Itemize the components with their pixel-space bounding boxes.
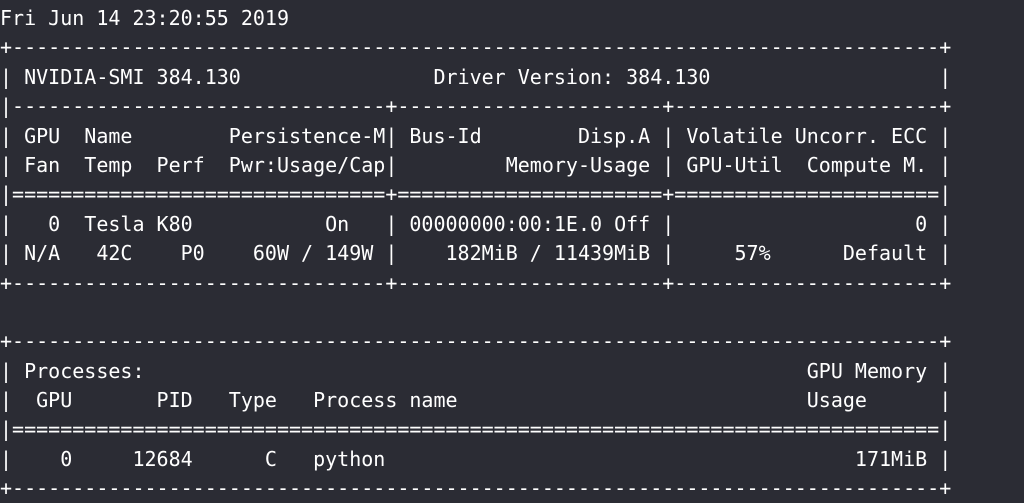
gpu-table-border-bottom: +-------------------------------+-------… (0, 270, 952, 295)
terminal-line-timestamp: Fri Jun 14 23:20:55 2019 (0, 6, 289, 30)
gpu-0-row-2: | N/A 42C P0 60W / 149W | 182MiB / 11439… (0, 241, 952, 266)
nvidia-smi-version-row: | NVIDIA-SMI 384.130 Driver Version: 384… (0, 64, 952, 89)
table-divider: |-------------------------------+-------… (0, 94, 952, 119)
gpu-header-row-2: | Fan Temp Perf Pwr:Usage/Cap| Memory-Us… (0, 152, 952, 177)
terminal-window[interactable]: Fri Jun 14 23:20:55 2019 +--------------… (0, 0, 1024, 503)
processes-header-row-2: | GPU PID Type Process name Usage | (0, 388, 952, 413)
gpu-header-separator: |===============================+=======… (0, 182, 952, 207)
table-border-top: +---------------------------------------… (0, 35, 952, 60)
gpu-header-row-1: | GPU Name Persistence-M| Bus-Id Disp.A … (0, 123, 952, 148)
processes-header-separator: |=======================================… (0, 417, 952, 442)
processes-border-bottom: +---------------------------------------… (0, 476, 952, 501)
process-row: | 0 12684 C python 171MiB | (0, 446, 952, 471)
processes-header-row-1: | Processes: GPU Memory | (0, 358, 952, 383)
gpu-0-row-1: | 0 Tesla K80 On | 00000000:00:1E.0 Off … (0, 211, 952, 236)
processes-border-top: +---------------------------------------… (0, 329, 952, 354)
